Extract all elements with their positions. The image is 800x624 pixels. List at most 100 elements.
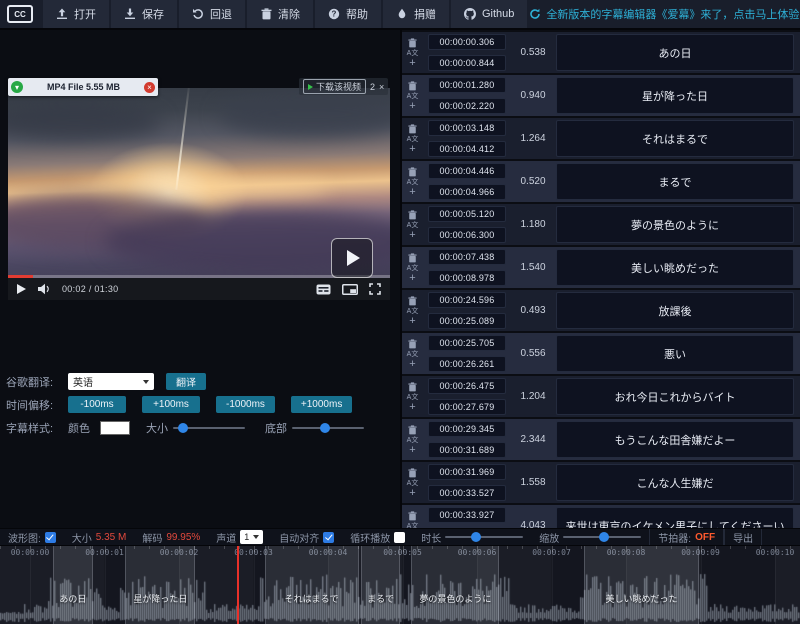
channel-select[interactable]: 1 — [240, 530, 263, 544]
end-time-input[interactable]: 00:00:26.261 — [428, 356, 506, 372]
start-time-input[interactable]: 00:00:00.306 — [428, 34, 506, 50]
export-button[interactable]: 导出 — [733, 530, 753, 545]
translate-row-icon[interactable]: A文 — [407, 93, 419, 100]
subtitle-text-input[interactable]: 悪い — [556, 335, 794, 372]
waveform-area[interactable]: 00:00:0000:00:0100:00:0200:00:0300:00:04… — [0, 546, 800, 624]
subtitle-block[interactable]: まるで — [361, 546, 400, 624]
waveform-checkbox[interactable] — [45, 532, 56, 543]
pip-icon[interactable] — [342, 284, 358, 295]
translate-row-icon[interactable]: A文 — [407, 265, 419, 272]
insert-icon[interactable]: + — [409, 274, 415, 283]
translate-row-icon[interactable]: A文 — [407, 308, 419, 315]
captions-icon[interactable] — [316, 284, 331, 295]
translate-row-icon[interactable]: A文 — [407, 50, 419, 57]
insert-icon[interactable]: + — [409, 489, 415, 498]
subtitle-block[interactable]: 美しい眺めだった — [584, 546, 699, 624]
delete-icon[interactable] — [408, 511, 417, 521]
bottom-slider[interactable] — [292, 427, 364, 429]
subtitle-block[interactable]: 星が降った日 — [125, 546, 195, 624]
translate-row-icon[interactable]: A文 — [407, 394, 419, 401]
end-time-input[interactable]: 00:00:27.679 — [428, 399, 506, 415]
help-button[interactable]: ? 帮助 — [315, 0, 381, 28]
translate-row-icon[interactable]: A文 — [407, 437, 419, 444]
subtitle-block[interactable]: それはまるで — [265, 546, 359, 624]
end-time-input[interactable]: 00:00:00.844 — [428, 55, 506, 71]
start-time-input[interactable]: 00:00:24.596 — [428, 292, 506, 308]
insert-icon[interactable]: + — [409, 102, 415, 111]
start-time-input[interactable]: 00:00:25.705 — [428, 335, 506, 351]
subtitle-text-input[interactable]: こんな人生嫌だ — [556, 464, 794, 501]
color-swatch[interactable] — [100, 421, 130, 435]
subtitle-text-input[interactable]: 美しい眺めだった — [556, 249, 794, 286]
delete-icon[interactable] — [408, 382, 417, 392]
offset-minus-100ms-button[interactable]: -100ms — [68, 396, 126, 413]
subtitle-text-input[interactable]: おれ今日これからバイト — [556, 378, 794, 415]
delete-icon[interactable] — [408, 296, 417, 306]
download-overlay[interactable]: 下载该视频 2 × — [299, 78, 388, 95]
loop-checkbox[interactable] — [394, 532, 405, 543]
volume-icon[interactable] — [37, 283, 51, 295]
translate-language-select[interactable]: 英语 — [68, 373, 154, 390]
size-slider[interactable] — [173, 427, 245, 429]
insert-icon[interactable]: + — [409, 188, 415, 197]
playhead[interactable] — [237, 546, 239, 624]
delete-icon[interactable] — [408, 425, 417, 435]
subtitle-text-input[interactable]: 来世は東京のイケメン男子にしてくださーい — [556, 507, 794, 528]
subtitle-text-input[interactable]: 星が降った日 — [556, 77, 794, 114]
fullscreen-icon[interactable] — [369, 283, 381, 295]
insert-icon[interactable]: + — [409, 403, 415, 412]
subtitle-text-input[interactable]: もうこんな田舎嫌だよー — [556, 421, 794, 458]
subtitle-block[interactable]: あの日 — [53, 546, 93, 624]
offset-plus-1000ms-button[interactable]: +1000ms — [291, 396, 352, 413]
file-badge[interactable]: ▾ MP4 File 5.55 MB × — [8, 78, 158, 96]
open-button[interactable]: 打开 — [43, 0, 109, 28]
offset-minus-1000ms-button[interactable]: -1000ms — [216, 396, 275, 413]
big-play-button[interactable] — [331, 238, 373, 278]
download-video-button[interactable]: 下载该视频 — [303, 79, 366, 94]
download-close-icon[interactable]: × — [379, 82, 384, 92]
announcement-link[interactable]: 全新版本的字幕编辑器《爱幕》来了，点击马上体验 — [529, 6, 799, 22]
end-time-input[interactable]: 00:00:06.300 — [428, 227, 506, 243]
delete-icon[interactable] — [408, 38, 417, 48]
start-time-input[interactable]: 00:00:04.446 — [428, 163, 506, 179]
translate-row-icon[interactable]: A文 — [407, 179, 419, 186]
start-time-input[interactable]: 00:00:05.120 — [428, 206, 506, 222]
end-time-input[interactable]: 00:00:02.220 — [428, 98, 506, 114]
end-time-input[interactable]: 00:00:25.089 — [428, 313, 506, 329]
translate-row-icon[interactable]: A文 — [407, 222, 419, 229]
start-time-input[interactable]: 00:00:26.475 — [428, 378, 506, 394]
offset-plus-100ms-button[interactable]: +100ms — [142, 396, 200, 413]
save-button[interactable]: 保存 — [111, 0, 177, 28]
start-time-input[interactable]: 00:00:31.969 — [428, 464, 506, 480]
translate-row-icon[interactable]: A文 — [407, 136, 419, 143]
play-button[interactable] — [17, 284, 26, 294]
subtitle-text-input[interactable]: 放課後 — [556, 292, 794, 329]
end-time-input[interactable]: 00:00:04.966 — [428, 184, 506, 200]
delete-icon[interactable] — [408, 210, 417, 220]
start-time-input[interactable]: 00:00:29.345 — [428, 421, 506, 437]
insert-icon[interactable]: + — [409, 231, 415, 240]
delete-icon[interactable] — [408, 124, 417, 134]
subtitle-text-input[interactable]: 夢の景色のように — [556, 206, 794, 243]
translate-row-icon[interactable]: A文 — [407, 351, 419, 358]
end-time-input[interactable]: 00:00:33.527 — [428, 485, 506, 501]
translate-button[interactable]: 翻译 — [166, 373, 206, 390]
insert-icon[interactable]: + — [409, 317, 415, 326]
auto-align-checkbox[interactable] — [323, 532, 334, 543]
subtitle-text-input[interactable]: あの日 — [556, 34, 794, 71]
clear-button[interactable]: 清除 — [247, 0, 313, 28]
subtitle-text-input[interactable]: それはまるで — [556, 120, 794, 157]
end-time-input[interactable]: 00:00:08.978 — [428, 270, 506, 286]
delete-icon[interactable] — [408, 468, 417, 478]
delete-icon[interactable] — [408, 167, 417, 177]
delete-icon[interactable] — [408, 81, 417, 91]
insert-icon[interactable]: + — [409, 145, 415, 154]
insert-icon[interactable]: + — [409, 446, 415, 455]
duration-slider[interactable] — [445, 536, 523, 538]
start-time-input[interactable]: 00:00:03.148 — [428, 120, 506, 136]
github-button[interactable]: Github — [451, 0, 527, 28]
donate-button[interactable]: 捐赠 — [383, 0, 449, 28]
start-time-input[interactable]: 00:00:33.927 — [428, 507, 506, 523]
delete-icon[interactable] — [408, 339, 417, 349]
end-time-input[interactable]: 00:00:31.689 — [428, 442, 506, 458]
